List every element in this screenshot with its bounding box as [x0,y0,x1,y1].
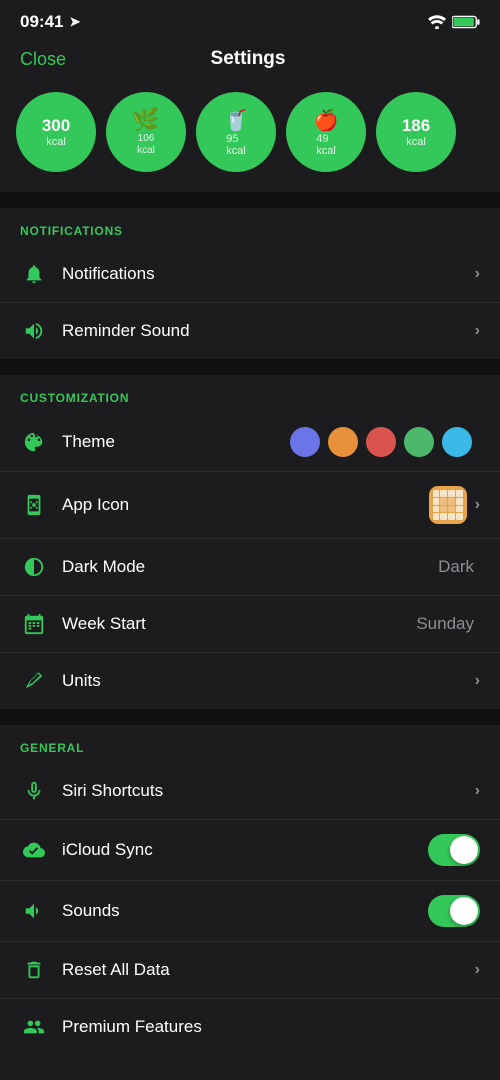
customization-section-header: CUSTOMIZATION [0,375,500,413]
app-icon-chevron: › [475,496,480,514]
theme-label: Theme [62,432,290,452]
customization-list: Theme App Icon [0,413,500,709]
notifications-row[interactable]: Notifications › [0,246,500,303]
section-gap-2 [0,359,500,375]
status-bar: 09:41 ➤ [0,0,500,40]
units-chevron: › [475,672,480,690]
general-header-text: GENERAL [20,741,84,755]
reset-all-data-label: Reset All Data [62,960,475,980]
battery-icon [452,15,480,29]
dark-mode-row[interactable]: Dark Mode Dark [0,539,500,596]
app-icon-label: App Icon [62,495,429,515]
reminder-sound-chevron: › [475,322,480,340]
circle-icon-3: 🍎 [314,108,339,133]
week-start-label: Week Start [62,614,416,634]
notifications-section-header: NOTIFICATIONS [0,208,500,246]
theme-row[interactable]: Theme [0,413,500,472]
theme-dot-red [366,427,396,457]
app-icon-row[interactable]: App Icon › [0,472,500,539]
bell-icon [20,260,48,288]
premium-features-row[interactable]: Premium Features [0,999,500,1055]
reset-data-chevron: › [475,961,480,979]
section-gap-1 [0,192,500,208]
section-gap-3 [0,709,500,725]
sounds-toggle-knob [450,897,478,925]
microphone-icon [20,777,48,805]
notifications-list: Notifications › Reminder Sound › [0,246,500,359]
week-start-row[interactable]: Week Start Sunday [0,596,500,653]
notifications-chevron: › [475,265,480,283]
calendar-icon [20,610,48,638]
app-icon-thumbnail [429,486,467,524]
circle-106[interactable]: 🌿 106kcal [106,92,186,172]
nav-bar: Close Settings [0,40,500,82]
circle-leaf-icon: 🌿 [132,107,159,133]
reset-all-data-row[interactable]: Reset All Data › [0,942,500,999]
units-row[interactable]: Units › [0,653,500,709]
general-list: Siri Shortcuts › iCloud Sync Sounds [0,763,500,1055]
status-time: 09:41 ➤ [20,12,80,32]
siri-shortcuts-label: Siri Shortcuts [62,781,475,801]
circle-186[interactable]: 186 kcal [376,92,456,172]
general-section-header: GENERAL [0,725,500,763]
siri-shortcuts-chevron: › [475,782,480,800]
theme-dot-green [404,427,434,457]
circle-icon-2: 🥤 [224,108,249,133]
speaker-icon [20,317,48,345]
units-label: Units [62,671,475,691]
wifi-icon [428,15,446,29]
reminder-sound-row[interactable]: Reminder Sound › [0,303,500,359]
circle-300[interactable]: 300 kcal [16,92,96,172]
notifications-header-text: NOTIFICATIONS [20,224,123,238]
circle-95[interactable]: 🥤 95kcal [196,92,276,172]
time-display: 09:41 [20,12,63,32]
trash-icon [20,956,48,984]
siri-shortcuts-row[interactable]: Siri Shortcuts › [0,763,500,820]
reminder-sound-label: Reminder Sound [62,321,475,341]
premium-icon [20,1013,48,1041]
palette-icon [20,428,48,456]
icloud-sync-row[interactable]: iCloud Sync [0,820,500,881]
customization-header-text: CUSTOMIZATION [20,391,129,405]
circle-49[interactable]: 🍎 49kcal [286,92,366,172]
notifications-label: Notifications [62,264,475,284]
page-title: Settings [211,48,286,70]
icloud-sync-label: iCloud Sync [62,840,428,860]
close-button[interactable]: Close [20,49,66,70]
units-icon [20,667,48,695]
location-icon: ➤ [69,14,80,30]
app-icon-symbol [20,491,48,519]
week-start-value: Sunday [416,614,474,634]
theme-dot-purple [290,427,320,457]
sounds-toggle[interactable] [428,895,480,927]
theme-color-dots [290,427,472,457]
icloud-sync-toggle[interactable] [428,834,480,866]
toggle-knob [450,836,478,864]
icloud-icon [20,836,48,864]
theme-dot-orange [328,427,358,457]
dark-mode-value: Dark [438,557,474,577]
sounds-label: Sounds [62,901,428,921]
sounds-row[interactable]: Sounds [0,881,500,942]
dark-mode-icon [20,553,48,581]
sounds-icon [20,897,48,925]
premium-features-label: Premium Features [62,1017,480,1037]
dark-mode-label: Dark Mode [62,557,438,577]
status-icons [428,15,480,29]
theme-dot-blue [442,427,472,457]
circles-row: 300 kcal 🌿 106kcal 🥤 95kcal 🍎 49kcal 186… [0,82,500,192]
